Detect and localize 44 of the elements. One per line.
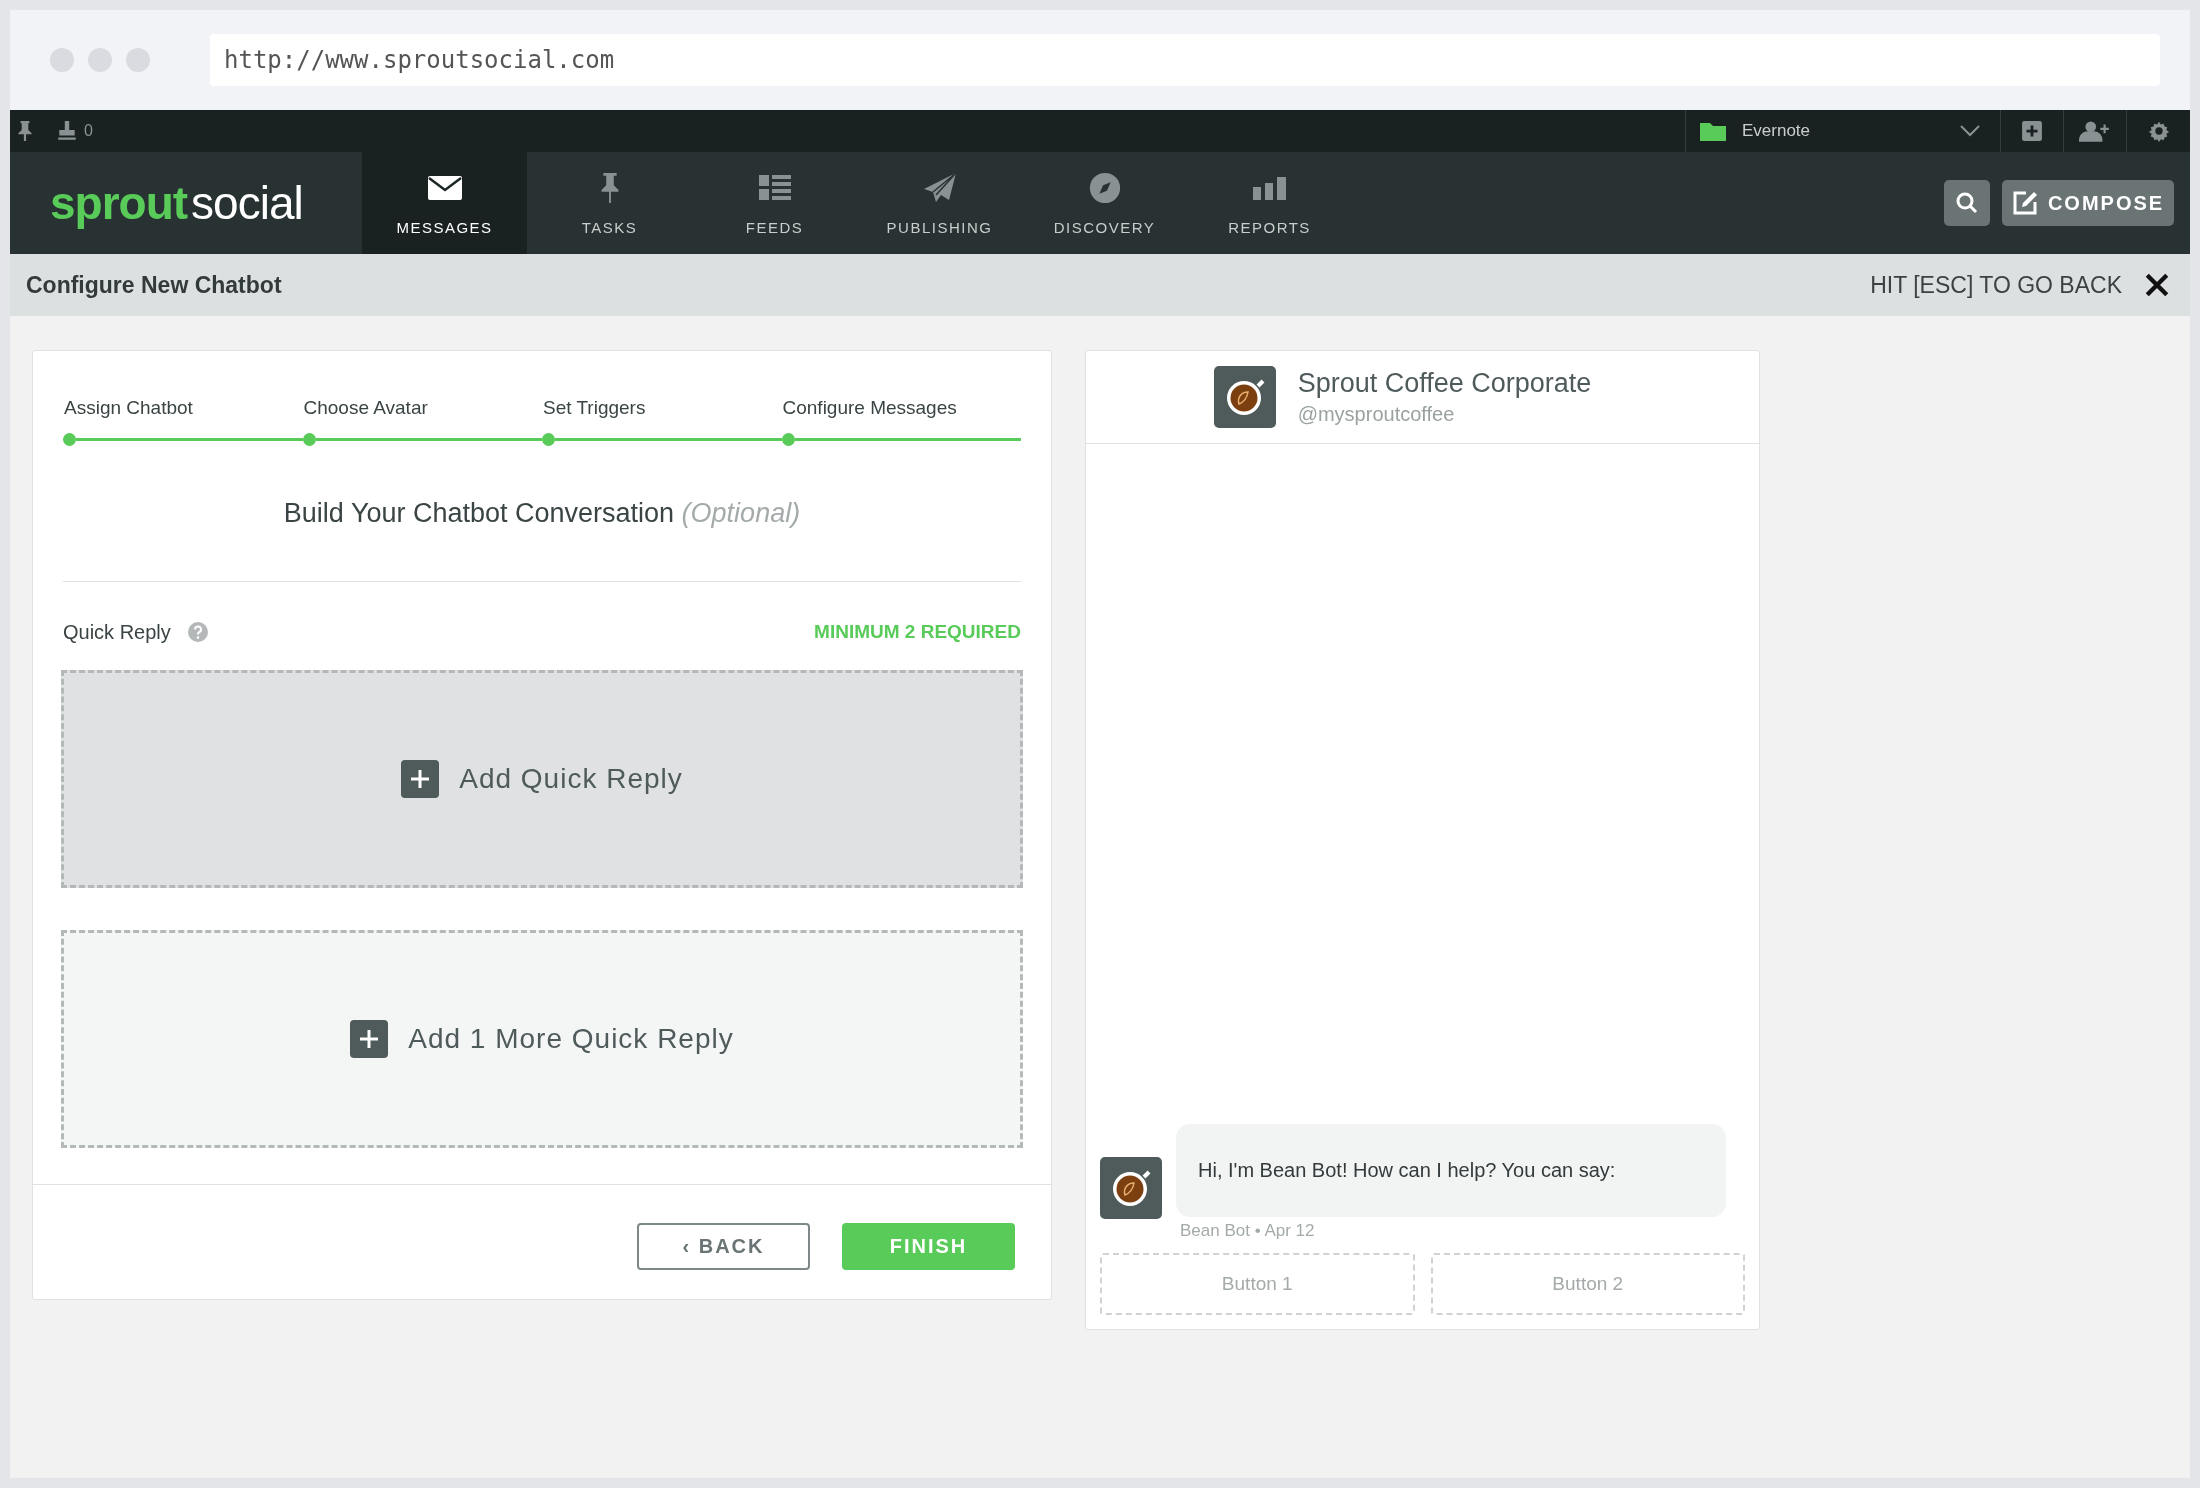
nav-tab[interactable]: MESSAGES	[362, 152, 527, 254]
nav-tab[interactable]: PUBLISHING	[857, 152, 1022, 254]
account-name: Sprout Coffee Corporate	[1297, 368, 1592, 399]
compose-button[interactable]: COMPOSE	[2002, 180, 2174, 226]
account-handle: @mysproutcoffee	[1297, 403, 1456, 426]
task-count: 0	[84, 122, 93, 140]
close-icon[interactable]	[2144, 272, 2170, 298]
step-label[interactable]: Configure Messages	[781, 397, 1021, 419]
add-user-icon[interactable]	[2079, 120, 2111, 142]
search-icon	[1955, 191, 1979, 215]
quick-reply-label: Quick Reply	[63, 620, 171, 644]
chevron-icon	[1960, 125, 1980, 137]
add-quick-reply-button[interactable]: Add Quick Reply	[61, 670, 1023, 888]
add-quick-reply-button[interactable]: Add 1 More Quick Reply	[61, 930, 1023, 1148]
coffee-cup-avatar-icon	[1100, 1157, 1162, 1219]
search-button[interactable]	[1944, 180, 1990, 226]
section-title: Build Your Chatbot Conversation (Optional)	[282, 498, 802, 529]
compose-icon	[2011, 190, 2038, 216]
plus-icon	[401, 760, 440, 798]
stamp-icon[interactable]	[56, 120, 78, 142]
window-dot[interactable]	[50, 48, 74, 72]
window-dot[interactable]	[126, 48, 150, 72]
plus-icon[interactable]	[2021, 120, 2043, 142]
coffee-cup-avatar-icon	[1213, 366, 1276, 428]
page-title: Configure New Chatbot	[26, 271, 283, 299]
window-dot[interactable]	[88, 48, 112, 72]
plus-icon	[350, 1020, 389, 1058]
escape-hint: HIT [ESC] TO GO BACK	[1870, 271, 2122, 299]
message-meta: Bean Bot • Apr 12	[1180, 1221, 1316, 1241]
pin-icon[interactable]	[16, 120, 34, 142]
step-label[interactable]: Assign Chatbot	[63, 397, 303, 419]
nav-tab[interactable]: TASKS	[527, 152, 692, 254]
address-bar[interactable]: http://www.sproutsocial.com	[210, 34, 2160, 86]
step-label[interactable]: Set Triggers	[542, 397, 782, 419]
requirement-note: MINIMUM 2 REQUIRED	[814, 621, 1021, 643]
nav-tab[interactable]: FEEDS	[692, 152, 857, 254]
nav-tab[interactable]: DISCOVERY	[1022, 152, 1187, 254]
sproutsocial-logo[interactable]: sproutsocial	[10, 152, 362, 254]
step-label[interactable]: Choose Avatar	[302, 397, 542, 419]
folder-icon	[1700, 121, 1726, 141]
chat-message: Hi, I'm Bean Bot! How can I help? You can say:	[1176, 1124, 1726, 1217]
back-button[interactable]: ‹ BACK	[637, 1223, 810, 1270]
settings-icon[interactable]	[2147, 120, 2170, 142]
nav-tab[interactable]: REPORTS	[1187, 152, 1352, 254]
